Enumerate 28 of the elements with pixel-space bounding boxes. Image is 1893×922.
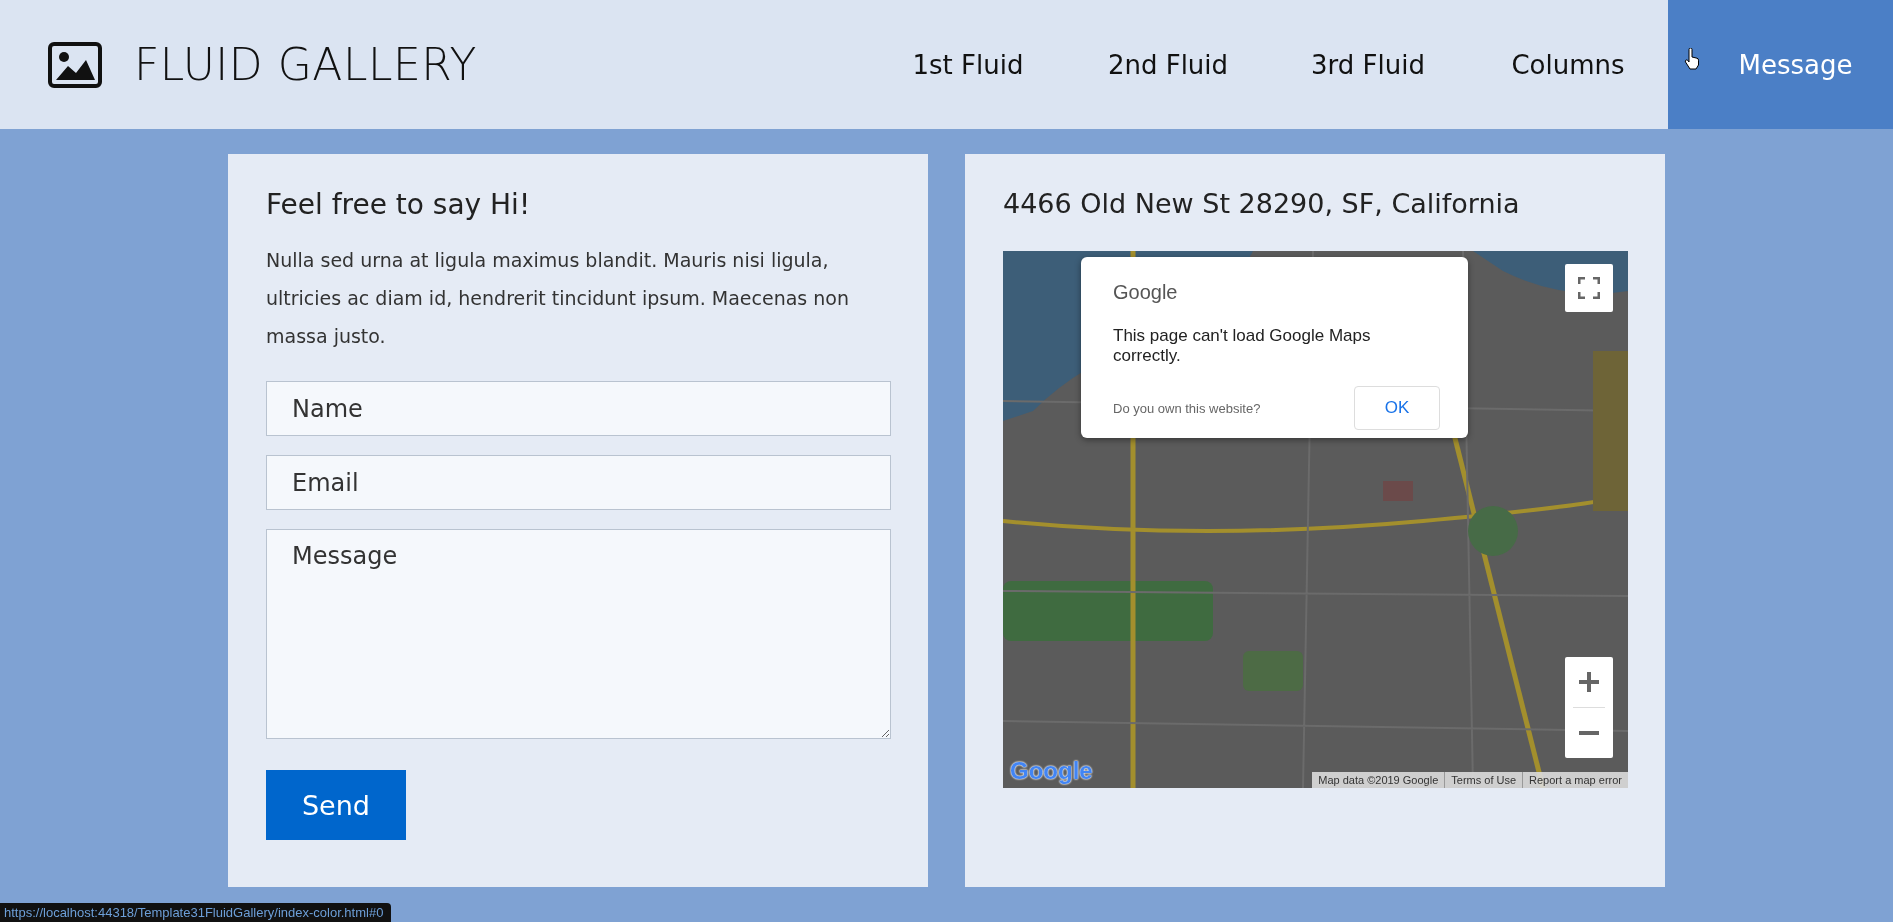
fullscreen-icon [1578,277,1600,299]
map-logo: Google [1010,757,1093,785]
ok-button[interactable]: OK [1354,386,1440,430]
site-title: FLUID GALLERY [134,39,477,90]
send-button[interactable]: Send [266,770,406,840]
message-field[interactable]: Message [266,529,891,739]
attribution-link[interactable]: Terms of Use [1444,772,1523,788]
brand-name: Google [1113,281,1178,304]
pointer-cursor-icon [1684,48,1700,70]
address-heading: 4466 Old New St 28290, SF, California [1003,188,1521,219]
attribution-link[interactable]: Report a map error [1522,772,1628,788]
picture-icon [48,41,102,88]
nav-link[interactable]: 3rd Fluid [1268,0,1468,129]
input-field[interactable]: Email [266,455,891,510]
nav-link[interactable]: Message [1668,0,1893,129]
nav-link[interactable]: 2nd Fluid [1068,0,1268,129]
error-message: This page can't load Google Maps correctly. [1113,326,1372,366]
status-url: https://localhost:44318/Template31FluidGallery/index-color.html#0 [0,903,392,922]
form-heading: Feel free to say Hi! [266,188,532,221]
website-link[interactable]: Do you own this website? [1113,400,1261,416]
fullscreen-button[interactable] [1565,264,1613,312]
nav-link[interactable]: Columns [1468,0,1668,129]
input-field[interactable]: Name [266,381,891,436]
minus-icon [1578,730,1600,736]
plus-icon [1578,671,1600,693]
attribution-link[interactable]: Map data ©2019 Google [1312,772,1445,788]
nav-link[interactable]: 1st Fluid [868,0,1068,129]
intro-paragraph: Nulla sed urna at ligula maximus blandit. Mauris nisi ligula, ultricies ac diam id, hendrerit tincidunt ipsum. Maecenas non massa justo. [266,248,850,349]
